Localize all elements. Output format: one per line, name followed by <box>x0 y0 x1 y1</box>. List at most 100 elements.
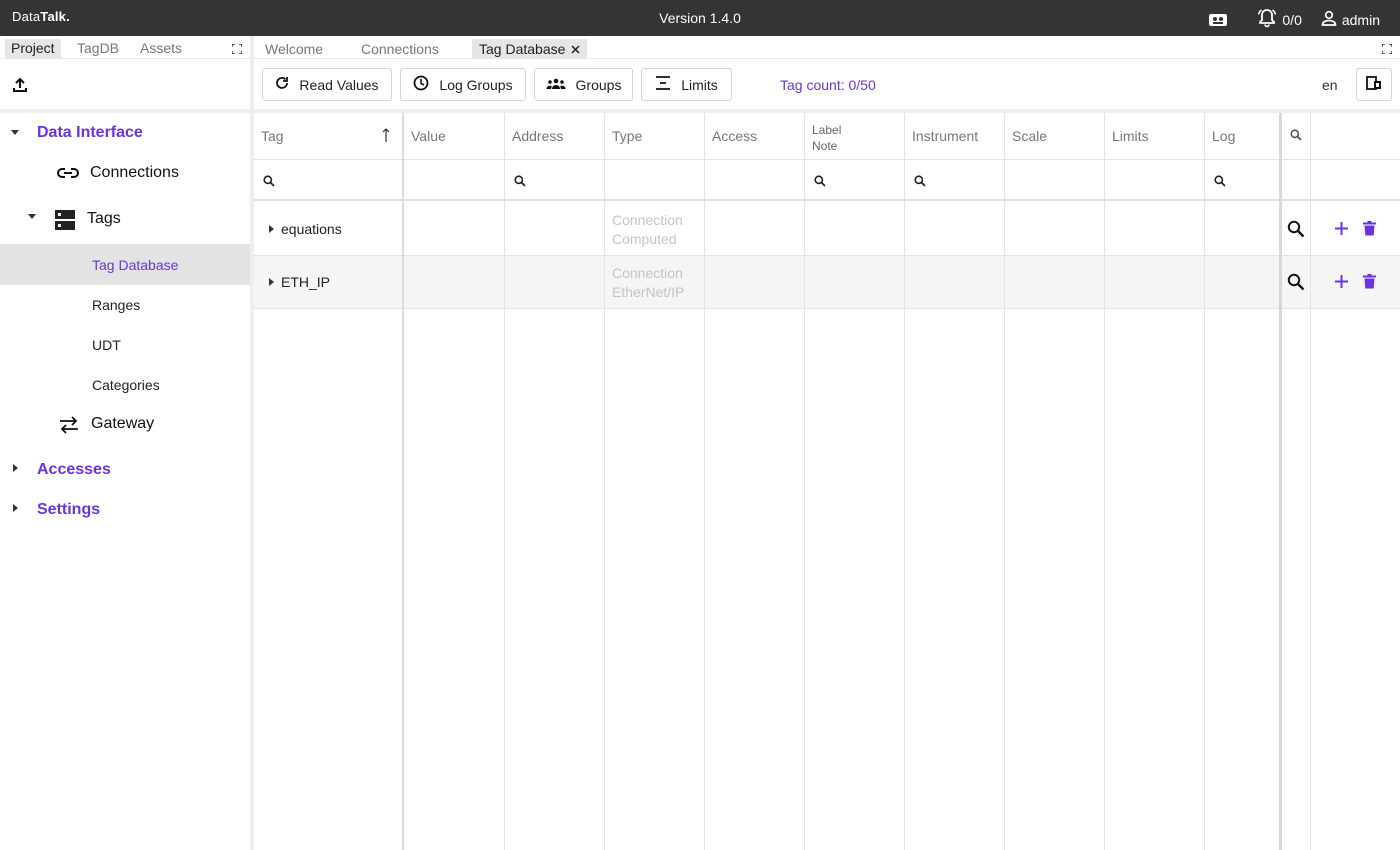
tab-welcome[interactable]: Welcome <box>258 39 330 58</box>
tab-connections[interactable]: Connections <box>354 39 446 58</box>
close-icon[interactable] <box>571 41 580 57</box>
column-divider[interactable] <box>804 113 805 850</box>
tree-label: Accesses <box>37 461 111 478</box>
column-header-log[interactable]: Log <box>1205 113 1279 160</box>
column-header-type[interactable]: Type <box>605 113 705 160</box>
pinned-column-divider <box>1279 113 1282 850</box>
tree-label: Tags <box>87 210 121 227</box>
delete-icon[interactable] <box>1363 274 1376 294</box>
filter-search-icon[interactable] <box>914 174 926 192</box>
tree-label: UDT <box>92 337 121 353</box>
storage-icon <box>55 210 75 235</box>
tree-item-connections[interactable]: Connections <box>0 160 250 186</box>
table-row[interactable]: equations Connection Computed <box>254 203 1400 256</box>
grid-header: Tag Value Address Type Access Label Note… <box>254 113 1400 160</box>
refresh-icon <box>275 76 289 93</box>
tree-label: Tag Database <box>92 257 179 273</box>
tree-label: Gateway <box>91 415 155 432</box>
sidebar-tab-tagdb[interactable]: TagDB <box>71 39 125 58</box>
column-divider[interactable] <box>1004 113 1005 850</box>
sidebar-tab-project[interactable]: Project <box>5 39 61 58</box>
expand-caret-icon[interactable] <box>269 278 274 286</box>
swap-icon <box>58 416 80 439</box>
tree-item-ranges[interactable]: Ranges <box>0 292 250 316</box>
sidebar-tabs: Project TagDB Assets <box>0 36 250 59</box>
column-header-address[interactable]: Address <box>505 113 605 160</box>
sidebar-tab-assets[interactable]: Assets <box>134 39 188 58</box>
column-divider[interactable] <box>504 113 505 850</box>
read-values-button[interactable]: Read Values <box>262 68 392 101</box>
expand-icon[interactable] <box>231 41 243 59</box>
tag-grid: Tag Value Address Type Access Label Note… <box>254 113 1400 850</box>
user-name: admin <box>1341 11 1380 28</box>
filter-search-icon[interactable] <box>814 174 826 192</box>
groups-button[interactable]: Groups <box>534 68 633 101</box>
column-divider[interactable] <box>704 113 705 850</box>
tree-item-tag-database[interactable]: Tag Database <box>0 244 250 285</box>
tree-item-gateway[interactable]: Gateway <box>0 411 250 437</box>
table-row[interactable]: ETH_IP Connection EtherNet/IP <box>254 256 1400 309</box>
row-type: Connection Computed <box>612 212 683 247</box>
filter-search-icon[interactable] <box>1214 174 1226 192</box>
tab-tag-database[interactable]: Tag Database <box>472 39 588 58</box>
tree-label: Data Interface <box>37 124 143 141</box>
column-divider[interactable] <box>904 113 905 850</box>
column-header-scale[interactable]: Scale <box>1005 113 1105 160</box>
tree-item-tags[interactable]: Tags <box>0 206 250 232</box>
link-icon <box>57 166 79 185</box>
caret-down-icon <box>11 130 19 135</box>
brand-logo[interactable]: DataTalk. <box>12 9 70 24</box>
alarm-indicator[interactable]: 0/0 <box>1256 8 1302 31</box>
column-divider[interactable] <box>402 113 404 850</box>
delete-icon[interactable] <box>1363 221 1376 241</box>
add-icon[interactable] <box>1334 221 1349 241</box>
limits-icon <box>655 75 671 94</box>
user-icon <box>1320 9 1338 30</box>
limits-button[interactable]: Limits <box>641 68 732 101</box>
filter-search-icon[interactable] <box>263 174 275 192</box>
expand-caret-icon[interactable] <box>269 225 274 233</box>
column-header-label-note[interactable]: Label Note <box>805 113 905 160</box>
search-icon[interactable] <box>1287 273 1305 296</box>
column-header-instrument[interactable]: Instrument <box>905 113 1005 160</box>
column-divider[interactable] <box>604 113 605 850</box>
main-panel: Welcome Connections Tag Database Read Va… <box>254 36 1400 850</box>
user-menu[interactable]: admin <box>1320 9 1380 30</box>
header-search-icon[interactable] <box>1290 128 1302 146</box>
tree-item-settings[interactable]: Settings <box>0 497 250 523</box>
grid-toolbar: Read Values Log Groups Groups Limits Tag… <box>254 59 1400 109</box>
tag-count: Tag count: 0/50 <box>780 77 876 93</box>
sidebar-separator <box>0 109 250 113</box>
version-label: Version 1.4.0 <box>659 10 741 26</box>
log-groups-button[interactable]: Log Groups <box>400 68 526 101</box>
tree-item-accesses[interactable]: Accesses <box>0 457 250 483</box>
tree-item-data-interface[interactable]: Data Interface <box>0 120 250 146</box>
search-icon[interactable] <box>1287 220 1305 243</box>
column-header-tag[interactable]: Tag <box>254 113 402 160</box>
tree-item-udt[interactable]: UDT <box>0 332 250 356</box>
column-header-value[interactable]: Value <box>404 113 504 160</box>
column-header-access[interactable]: Access <box>705 113 805 160</box>
column-divider[interactable] <box>1104 113 1105 850</box>
column-divider[interactable] <box>1204 113 1205 850</box>
tree-label: Ranges <box>92 297 141 313</box>
tree-label: Connections <box>90 164 179 181</box>
tree-label: Settings <box>37 501 101 518</box>
caret-right-icon <box>13 504 18 512</box>
language-selector[interactable]: en <box>1322 77 1338 93</box>
tree-item-categories[interactable]: Categories <box>0 372 250 396</box>
column-header-limits[interactable]: Limits <box>1105 113 1205 160</box>
row-tag-name: ETH_IP <box>281 274 331 290</box>
expand-icon[interactable] <box>1381 41 1393 59</box>
alarm-count: 0/0 <box>1282 11 1302 28</box>
upload-icon[interactable] <box>12 77 28 98</box>
clock-icon <box>413 75 429 94</box>
row-type: Connection EtherNet/IP <box>612 265 685 300</box>
layout-toggle-button[interactable] <box>1356 68 1392 101</box>
bell-icon <box>1256 8 1278 31</box>
sort-ascending-icon[interactable] <box>382 127 390 146</box>
add-icon[interactable] <box>1334 274 1349 294</box>
id-card-icon[interactable] <box>1208 12 1228 28</box>
group-icon <box>546 77 566 93</box>
filter-search-icon[interactable] <box>514 174 526 192</box>
